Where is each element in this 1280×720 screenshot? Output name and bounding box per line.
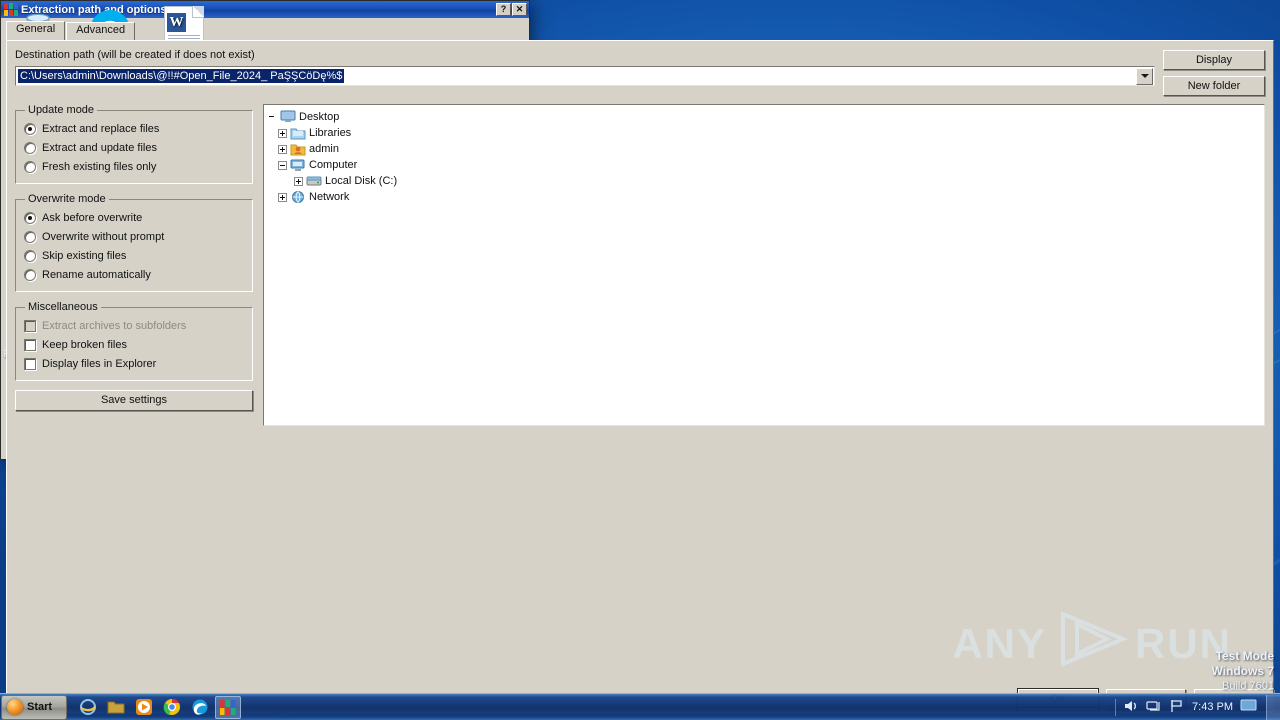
show-desktop-button[interactable] [1266,694,1280,720]
start-label: Start [27,701,53,713]
tree-expander[interactable] [278,160,287,170]
libraries-icon [290,126,306,141]
option-label: Overwrite without prompt [42,230,165,243]
test-mode-text: Test Mode [1215,649,1274,663]
radio-extract-and-replace-files[interactable]: Extract and replace files [24,119,244,138]
extraction-dialog[interactable]: Extraction path and options ? ✕ General … [0,0,1274,714]
checkbox-keep-broken-files[interactable]: Keep broken files [24,335,244,354]
taskbar-windows-explorer[interactable] [103,696,129,719]
radio-icon[interactable] [24,122,36,135]
destination-path-value: C:\Users\admin\Downloads\@!!#Open_File_2… [18,69,345,83]
radio-icon[interactable] [24,211,36,224]
taskbar-media-player[interactable] [131,696,157,719]
tab-general[interactable]: General [6,21,66,40]
overwrite-mode-group: Overwrite mode Ask before overwrite Over… [15,193,253,292]
tree-node-local-disk-c[interactable]: Local Disk (C:) [266,173,1262,189]
network-icon [290,190,306,205]
option-label: Skip existing files [42,249,127,262]
quick-launch-bar[interactable] [75,695,241,719]
checkbox-icon[interactable] [24,338,36,351]
tree-node-network[interactable]: Network [266,189,1262,205]
tree-node-admin[interactable]: admin [266,141,1262,157]
taskbar-internet-explorer[interactable] [75,696,101,719]
taskbar-google-chrome[interactable] [159,696,185,719]
destination-path-label: Destination path (will be created if doe… [15,49,255,61]
checkbox-display-files-in-explorer[interactable]: Display files in Explorer [24,354,244,373]
tab-panel-general: Destination path (will be created if doe… [6,40,1274,714]
update-mode-group: Update mode Extract and replace files Ex… [15,104,253,184]
start-button[interactable]: Start [1,694,67,720]
checkbox-icon[interactable] [24,357,36,370]
tree-expander[interactable] [278,144,287,154]
radio-icon[interactable] [24,141,36,154]
update-mode-legend: Update mode [28,104,95,116]
build-number-text: Build 7601 [1222,680,1274,692]
tree-expander[interactable] [278,128,287,138]
chevron-down-icon[interactable] [1136,67,1153,85]
tree-node-libraries[interactable]: Libraries [266,125,1262,141]
tree-expander[interactable] [294,176,303,186]
taskbar-winrar-window[interactable] [215,695,241,719]
option-label: Rename automatically [42,268,151,281]
computer-icon [290,158,306,173]
taskbar-edge[interactable] [187,696,213,719]
miscellaneous-group: Miscellaneous Extract archives to subfol… [15,301,253,381]
close-button[interactable]: ✕ [512,3,527,16]
volume-icon[interactable] [1123,699,1139,716]
radio-icon[interactable] [24,249,36,262]
radio-extract-and-update-files[interactable]: Extract and update files [24,138,244,157]
user-folder-icon [290,142,306,157]
show-desktop-preview-icon[interactable] [1240,699,1258,716]
os-name-text: Windows 7 [1211,664,1274,678]
tree-node-label: Desktop [299,111,340,123]
checkbox-extract-archives-to-subfolders: Extract archives to subfolders [24,316,244,335]
tree-expander[interactable] [278,192,287,202]
tree-node-desktop[interactable]: Desktop [266,109,1262,125]
option-label: Extract and update files [42,141,157,154]
option-label: Extract archives to subfolders [42,319,187,332]
tree-node-label: admin [309,143,339,155]
hard-disk-icon [306,174,322,189]
tree-node-computer[interactable]: Computer [266,157,1262,173]
system-tray[interactable]: 7:43 PM [1115,698,1262,716]
overwrite-mode-legend: Overwrite mode [28,193,106,205]
taskbar[interactable]: Start 7:43 PM [0,693,1280,720]
option-label: Extract and replace files [42,122,160,135]
network-icon[interactable] [1146,699,1162,716]
radio-icon[interactable] [24,230,36,243]
radio-icon[interactable] [24,160,36,173]
desktop-icon [280,110,296,125]
tab-advanced[interactable]: Advanced [66,22,136,40]
checkbox-icon [24,319,36,332]
destination-path-input[interactable]: C:\Users\admin\Downloads\@!!#Open_File_2… [15,66,1155,86]
new-folder-button[interactable]: New folder [1163,76,1265,96]
radio-overwrite-without-prompt[interactable]: Overwrite without prompt [24,227,244,246]
flag-icon[interactable] [1169,699,1185,716]
miscellaneous-legend: Miscellaneous [28,301,98,313]
radio-rename-automatically[interactable]: Rename automatically [24,265,244,284]
radio-ask-before-overwrite[interactable]: Ask before overwrite [24,208,244,227]
option-label: Display files in Explorer [42,357,157,370]
tree-expander [268,113,277,122]
windows-orb-icon [7,699,23,715]
option-label: Keep broken files [42,338,127,351]
tree-node-label: Computer [309,159,358,171]
tree-node-label: Local Disk (C:) [325,175,398,187]
dialog-tabs[interactable]: General Advanced [6,21,1274,40]
tree-node-label: Libraries [309,127,352,139]
radio-fresh-existing-files-only[interactable]: Fresh existing files only [24,157,244,176]
display-button[interactable]: Display [1163,50,1265,70]
test-mode-watermark: Test Mode Windows 7 Build 7601 [1211,649,1274,694]
option-label: Ask before overwrite [42,211,143,224]
help-button[interactable]: ? [496,3,511,16]
tray-divider [1115,698,1117,716]
option-label: Fresh existing files only [42,160,157,173]
tree-node-label: Network [309,191,350,203]
radio-icon[interactable] [24,268,36,281]
radio-skip-existing-files[interactable]: Skip existing files [24,246,244,265]
save-settings-button[interactable]: Save settings [15,390,253,411]
folder-tree[interactable]: Desktop Libraries admin Computer Local D… [263,104,1265,426]
clock-text[interactable]: 7:43 PM [1192,701,1233,713]
